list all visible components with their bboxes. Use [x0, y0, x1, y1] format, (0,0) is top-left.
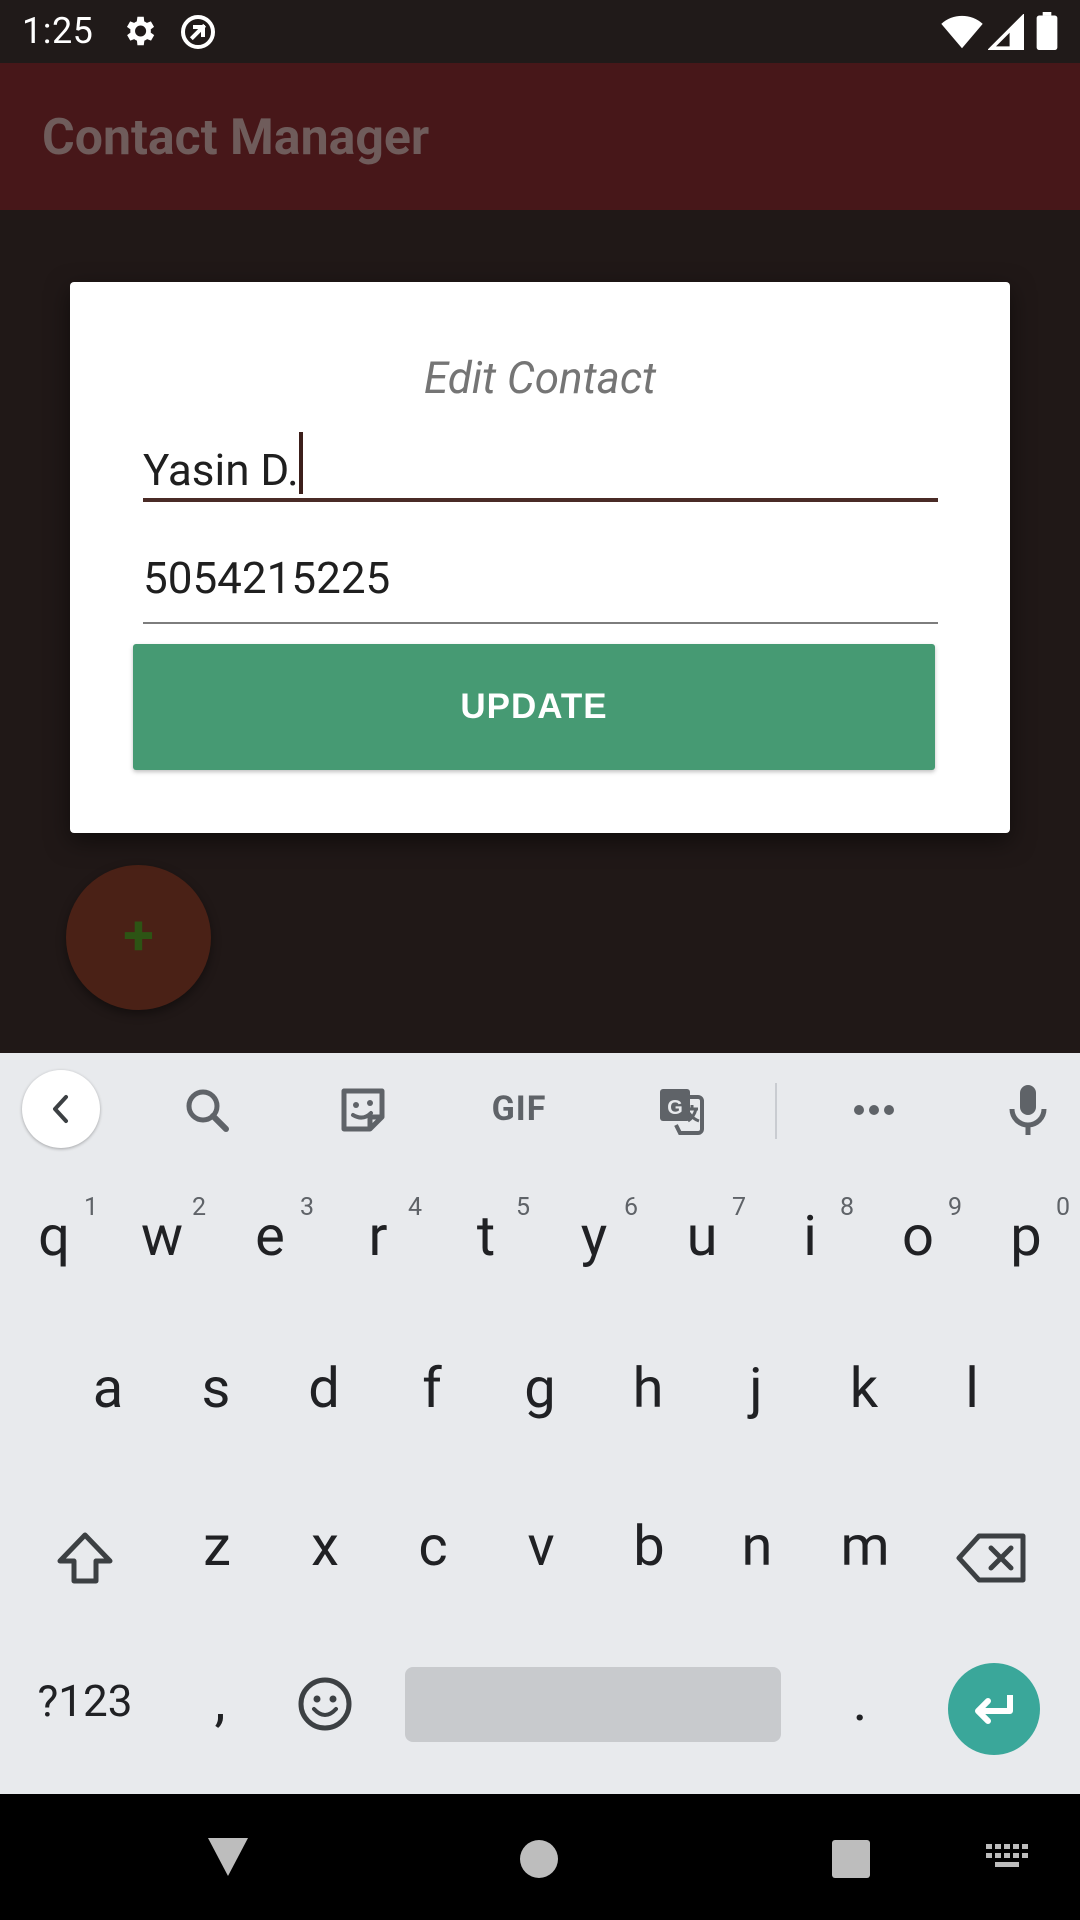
- status-time: 1:25: [22, 10, 94, 52]
- key-label: w: [140, 1203, 184, 1269]
- key-number-hint: 8: [839, 1193, 854, 1222]
- key-number-hint: 1: [83, 1193, 98, 1222]
- key-label: q: [38, 1203, 70, 1269]
- space-bar[interactable]: [405, 1667, 781, 1742]
- key-a[interactable]: a: [54, 1355, 162, 1421]
- gif-button[interactable]: GIF: [486, 1089, 552, 1129]
- add-contact-fab[interactable]: +: [66, 865, 211, 1010]
- microphone-icon[interactable]: [993, 1075, 1063, 1145]
- key-number-hint: 4: [407, 1193, 422, 1222]
- name-value: Yasin D.: [143, 444, 299, 496]
- key-label: u: [686, 1203, 718, 1269]
- navigation-bar: [0, 1794, 1080, 1920]
- enter-button[interactable]: [948, 1663, 1040, 1755]
- keyboard-toolbar: GIF G: [0, 1053, 1080, 1167]
- keyboard-collapse-button[interactable]: [22, 1070, 100, 1148]
- key-n[interactable]: n: [703, 1513, 811, 1579]
- key-j[interactable]: j: [702, 1355, 810, 1421]
- key-label: p: [1010, 1203, 1042, 1269]
- key-l[interactable]: l: [918, 1355, 1026, 1421]
- soft-keyboard: GIF G q1w2e3r4t5y6u7i8o9p0 asdfghjkl zxc…: [0, 1053, 1080, 1794]
- app-bar: Contact Manager: [0, 63, 1080, 210]
- key-q[interactable]: q1: [0, 1193, 108, 1269]
- key-r[interactable]: r4: [324, 1193, 432, 1269]
- home-nav-icon[interactable]: [518, 1838, 560, 1880]
- key-s[interactable]: s: [162, 1355, 270, 1421]
- key-number-hint: 3: [299, 1193, 314, 1222]
- app-title: Contact Manager: [42, 109, 430, 167]
- key-z[interactable]: z: [163, 1513, 271, 1579]
- chevron-left-icon: [53, 1095, 68, 1123]
- battery-icon: [1036, 12, 1058, 50]
- key-k[interactable]: k: [810, 1355, 918, 1421]
- key-w[interactable]: w2: [108, 1193, 216, 1269]
- key-label: r: [368, 1203, 388, 1269]
- edit-contact-dialog: Edit Contact Yasin D. 5054215225 UPDATE: [70, 282, 1010, 833]
- enter-icon: [975, 1695, 1013, 1724]
- key-d[interactable]: d: [270, 1355, 378, 1421]
- update-button[interactable]: UPDATE: [133, 644, 935, 770]
- text-cursor: [298, 432, 303, 494]
- wifi-icon: [941, 15, 983, 49]
- key-number-hint: 2: [191, 1193, 206, 1222]
- keyboard-switch-icon[interactable]: [986, 1844, 1030, 1874]
- key-label: e: [255, 1203, 285, 1269]
- key-number-hint: 7: [731, 1193, 746, 1222]
- sticker-icon[interactable]: [328, 1075, 398, 1145]
- settings-icon: [126, 16, 155, 46]
- key-e[interactable]: e3: [216, 1193, 324, 1269]
- name-field[interactable]: Yasin D.: [143, 432, 938, 502]
- more-icon[interactable]: [839, 1075, 909, 1145]
- symbols-key[interactable]: ?123: [30, 1675, 140, 1727]
- key-number-hint: 6: [623, 1193, 638, 1222]
- cell-signal-icon: [988, 14, 1024, 50]
- recents-nav-icon[interactable]: [830, 1838, 872, 1880]
- key-t[interactable]: t5: [432, 1193, 540, 1269]
- key-b[interactable]: b: [595, 1513, 703, 1579]
- data-saver-icon: [181, 15, 215, 49]
- key-i[interactable]: i8: [756, 1193, 864, 1269]
- period-key[interactable]: .: [840, 1668, 880, 1734]
- key-p[interactable]: p0: [972, 1193, 1080, 1269]
- translate-icon[interactable]: G: [648, 1075, 718, 1145]
- dialog-title: Edit Contact: [423, 352, 657, 404]
- backspace-icon[interactable]: [955, 1528, 1031, 1588]
- status-bar: 1:25: [0, 0, 1080, 63]
- key-o[interactable]: o9: [864, 1193, 972, 1269]
- key-u[interactable]: u7: [648, 1193, 756, 1269]
- phone-field[interactable]: 5054215225: [143, 552, 938, 624]
- key-v[interactable]: v: [487, 1513, 595, 1579]
- key-x[interactable]: x: [271, 1513, 379, 1579]
- key-number-hint: 5: [515, 1193, 530, 1222]
- toolbar-divider: [775, 1083, 777, 1139]
- key-label: t: [476, 1203, 496, 1269]
- key-number-hint: 0: [1055, 1193, 1070, 1222]
- key-label: o: [902, 1203, 934, 1269]
- key-f[interactable]: f: [378, 1355, 486, 1421]
- search-icon[interactable]: [172, 1075, 242, 1145]
- key-label: i: [803, 1203, 817, 1269]
- key-h[interactable]: h: [594, 1355, 702, 1421]
- key-m[interactable]: m: [811, 1513, 919, 1579]
- key-c[interactable]: c: [379, 1513, 487, 1579]
- key-label: y: [580, 1203, 608, 1269]
- key-y[interactable]: y6: [540, 1193, 648, 1269]
- back-nav-icon[interactable]: [206, 1836, 250, 1878]
- svg-text:G: G: [667, 1097, 683, 1119]
- comma-key[interactable]: ,: [200, 1668, 240, 1734]
- key-g[interactable]: g: [486, 1355, 594, 1421]
- plus-icon: +: [123, 902, 154, 968]
- phone-value: 5054215225: [143, 552, 391, 604]
- shift-icon[interactable]: [50, 1523, 120, 1593]
- key-number-hint: 9: [947, 1193, 962, 1222]
- emoji-icon[interactable]: [294, 1673, 356, 1735]
